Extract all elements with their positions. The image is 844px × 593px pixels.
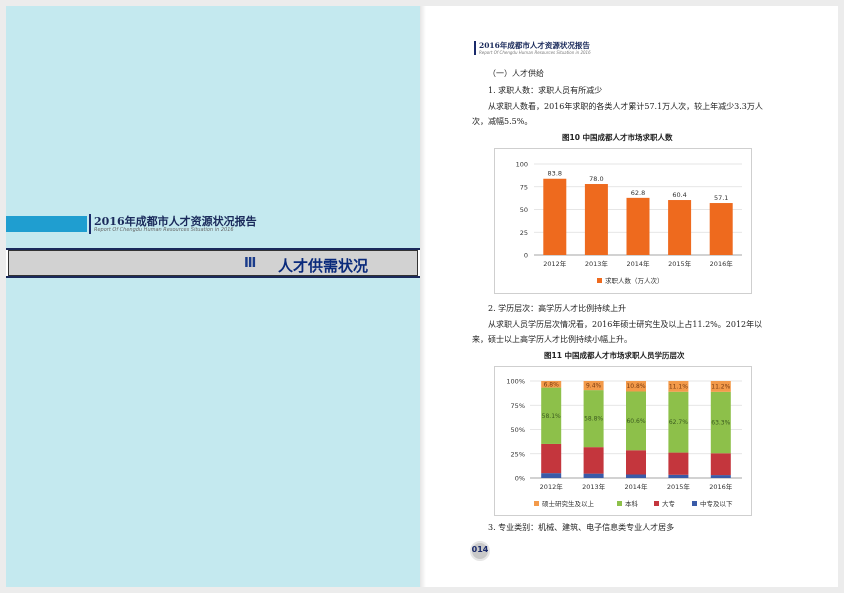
legend-swatch bbox=[692, 501, 697, 506]
x-tick-label: 2014年 bbox=[624, 482, 648, 491]
segment-label: 62.7% bbox=[669, 419, 688, 426]
chart-education-svg: 0% 25% 50% 75% 100% 58.1% 6.8% 2012年 58.8% 9.4% 20… bbox=[494, 366, 752, 516]
legend-label: 本科 bbox=[625, 499, 639, 508]
y-tick-label: 100 bbox=[516, 161, 528, 169]
stacked-segment bbox=[668, 452, 689, 475]
item2-heading: 2. 学历层次：高学历人才比例持续上升 bbox=[488, 304, 627, 313]
segment-label: 63.3% bbox=[711, 420, 730, 427]
x-tick-label: 2012年 bbox=[540, 482, 564, 491]
y-tick-label: 0% bbox=[515, 475, 525, 483]
y-tick-label: 100% bbox=[506, 378, 525, 386]
fig10-title: 图10 中国成都人才市场求职人数 bbox=[562, 133, 673, 142]
stacked-segment bbox=[668, 474, 689, 478]
data-label: 83.8 bbox=[548, 170, 562, 178]
legend-swatch bbox=[617, 501, 622, 506]
stacked-segment bbox=[710, 453, 731, 476]
x-tick-label: 2014年 bbox=[626, 259, 650, 268]
y-tick-label: 25 bbox=[520, 229, 528, 237]
section-title: 人才供需状况 bbox=[278, 257, 369, 275]
segment-label: 6.8% bbox=[544, 381, 560, 388]
report-subtitle: Report Of Chengdu Human Resources Situat… bbox=[94, 227, 234, 233]
running-header-subtitle: Report Of Chengdu Human Resources Situat… bbox=[479, 50, 591, 55]
right-page: 2016年成都市人才资源状况报告 Report Of Chengdu Human… bbox=[420, 6, 838, 587]
left-page: 2016年成都市人才资源状况报告 Report Of Chengdu Human… bbox=[6, 6, 420, 587]
stacked-segment bbox=[541, 473, 562, 478]
segment-label: 11.1% bbox=[669, 383, 688, 390]
y-tick-label: 25% bbox=[511, 450, 525, 458]
y-tick-label: 0 bbox=[524, 252, 528, 260]
stacked-segment bbox=[626, 474, 646, 478]
data-label: 60.4 bbox=[672, 191, 686, 199]
section-heading: （一）人才供给 bbox=[488, 69, 544, 78]
y-tick-label: 75% bbox=[511, 402, 525, 410]
legend-swatch bbox=[597, 278, 602, 283]
chart-applicants-svg: 0 25 50 75 100 83.8 2012年 78.0 2013年 62.8 2014年 60.… bbox=[494, 148, 752, 294]
section-number: Ⅲ bbox=[244, 256, 257, 271]
chart-education: 0% 25% 50% 75% 100% 58.1% 6.8% 2012年 58.8% 9.4% 20… bbox=[494, 366, 752, 516]
bar bbox=[584, 184, 608, 255]
bar bbox=[543, 178, 567, 255]
stacked-segment bbox=[626, 450, 646, 475]
x-tick-label: 2013年 bbox=[582, 482, 606, 491]
y-tick-label: 50 bbox=[520, 206, 528, 214]
segment-label: 58.1% bbox=[542, 413, 561, 420]
legend-swatch bbox=[654, 501, 659, 506]
item1-heading: 1. 求职人数：求职人员有所减少 bbox=[488, 86, 603, 95]
stacked-segment bbox=[710, 475, 731, 478]
accent-bar bbox=[6, 216, 87, 232]
legend-label: 硕士研究生及以上 bbox=[542, 499, 595, 508]
para1-line2: 次，减幅5.5%。 bbox=[472, 117, 533, 126]
x-tick-label: 2016年 bbox=[709, 482, 733, 491]
fig11-title: 图11 中国成都人才市场求职人员学历层次 bbox=[544, 351, 685, 360]
para2-line1: 从求职人员学历层次情况看，2016年硕士研究生及以上占11.2%。2012年以 bbox=[488, 320, 763, 329]
stacked-segment bbox=[541, 443, 562, 474]
data-label: 62.8 bbox=[631, 189, 645, 197]
stacked-segment bbox=[583, 447, 604, 474]
legend-label: 大专 bbox=[662, 499, 676, 508]
bar bbox=[668, 200, 692, 255]
segment-label: 9.4% bbox=[586, 383, 602, 390]
bar bbox=[709, 203, 733, 255]
x-tick-label: 2016年 bbox=[710, 259, 734, 268]
y-tick-label: 75 bbox=[520, 183, 528, 191]
stacked-segment bbox=[583, 473, 604, 478]
legend-label: 求职人数（万人次） bbox=[605, 276, 664, 285]
x-tick-label: 2012年 bbox=[543, 259, 567, 268]
data-label: 57.1 bbox=[714, 194, 728, 202]
chart-applicants: 0 25 50 75 100 83.8 2012年 78.0 2013年 62.8 2014年 60.… bbox=[494, 148, 752, 294]
page-gutter bbox=[420, 6, 426, 587]
segment-label: 11.2% bbox=[711, 383, 730, 390]
segment-label: 58.8% bbox=[584, 416, 603, 423]
legend-swatch bbox=[534, 501, 539, 506]
segment-label: 10.8% bbox=[626, 383, 645, 390]
legend-label: 中专及以下 bbox=[700, 499, 733, 508]
header-rule bbox=[474, 41, 476, 55]
x-tick-label: 2015年 bbox=[667, 482, 691, 491]
para1-line1: 从求职人数看，2016年求职的各类人才累计57.1万人次，较上年减少3.3万人 bbox=[488, 102, 763, 111]
y-tick-label: 50% bbox=[511, 426, 525, 434]
bar bbox=[626, 197, 650, 255]
item3-heading: 3. 专业类别：机械、建筑、电子信息类专业人才居多 bbox=[488, 523, 675, 532]
title-rule bbox=[89, 214, 91, 234]
segment-label: 60.6% bbox=[626, 418, 645, 425]
x-tick-label: 2015年 bbox=[668, 259, 692, 268]
para2-line2: 来，硕士以上高学历人才比例持续小幅上升。 bbox=[472, 335, 632, 344]
page-number: 014 bbox=[471, 545, 489, 554]
data-label: 78.0 bbox=[589, 175, 603, 183]
book-spread: 2016年成都市人才资源状况报告 Report Of Chengdu Human… bbox=[6, 6, 838, 587]
x-tick-label: 2013年 bbox=[585, 259, 609, 268]
